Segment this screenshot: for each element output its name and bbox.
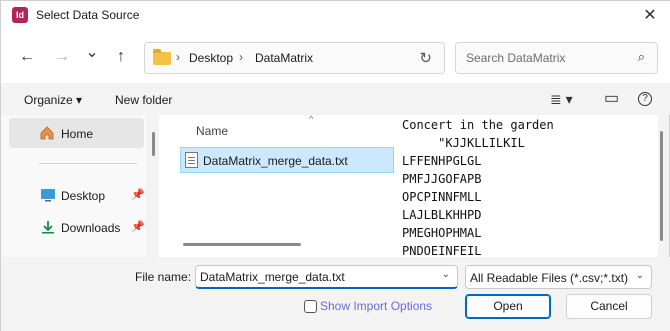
chevron-down-icon[interactable]: ⌄ <box>442 269 450 280</box>
sidebar-item-label: Home <box>61 127 94 141</box>
preview-line: PMFJJGOFAPB <box>402 172 482 186</box>
app-icon: Id <box>12 7 28 23</box>
breadcrumb-separator: › <box>239 50 243 64</box>
folder-icon <box>153 49 171 65</box>
window-title: Select Data Source <box>36 8 140 22</box>
breadcrumb-separator: › <box>176 50 180 64</box>
downloads-icon <box>42 221 54 234</box>
desktop-icon <box>41 189 55 202</box>
close-button[interactable]: ✕ <box>637 4 663 28</box>
sidebar-item-downloads[interactable]: Downloads 📌 <box>1 215 146 241</box>
preview-line: PNDOEINFEIL <box>402 244 482 257</box>
title-bar: Id Select Data Source ✕ <box>1 1 670 31</box>
pin-icon[interactable]: 📌 <box>131 188 145 201</box>
sort-ascending-icon[interactable]: ^ <box>309 114 313 124</box>
preview-pane: Concert in the garden "KJJKLLILKIL LFFEN… <box>396 115 658 257</box>
file-list: ^ Name DataMatrix_merge_data.txt <box>159 114 396 257</box>
preview-pane-icon[interactable]: ▭ <box>604 88 619 108</box>
show-import-options-label[interactable]: Show Import Options <box>320 299 432 313</box>
preview-line: LFFENHPGLGL <box>402 154 482 168</box>
file-type-value: All Readable Files (*.csv;*.txt) <box>470 271 629 285</box>
text-file-icon <box>185 152 198 168</box>
forward-icon[interactable]: → <box>50 45 74 69</box>
search-box[interactable]: Search DataMatrix ⌕ <box>455 42 658 74</box>
address-bar[interactable]: › Desktop › DataMatrix ↻ <box>144 42 445 74</box>
sidebar-divider <box>39 163 137 164</box>
dialog-footer: File name: DataMatrix_merge_data.txt ⌄ A… <box>1 257 670 331</box>
search-icon[interactable]: ⌕ <box>638 49 645 65</box>
recent-locations-icon[interactable]: ⌄ <box>80 41 104 65</box>
breadcrumb-datamatrix[interactable]: DataMatrix <box>255 51 313 65</box>
back-icon[interactable]: ← <box>15 45 39 69</box>
help-icon[interactable]: ? <box>638 92 652 106</box>
preview-line: LAJLBLKHHPD <box>402 208 482 222</box>
sidebar-scrollbar[interactable] <box>152 132 155 156</box>
new-folder-button[interactable]: New folder <box>115 93 172 107</box>
preview-line: "KJJKLLILKIL <box>402 136 525 150</box>
file-name-label: File name: <box>135 270 192 284</box>
sidebar-item-desktop[interactable]: Desktop 📌 <box>1 183 146 209</box>
column-header-name[interactable]: Name <box>196 124 228 138</box>
chevron-down-icon[interactable]: ⌄ <box>636 270 644 281</box>
preview-line: Concert in the garden <box>402 118 554 132</box>
home-icon <box>40 126 54 140</box>
cancel-button[interactable]: Cancel <box>566 294 652 319</box>
preview-scrollbar[interactable] <box>660 131 663 241</box>
sidebar-item-label: Desktop <box>61 189 106 203</box>
list-item[interactable]: DataMatrix_merge_data.txt <box>180 147 394 173</box>
organize-button[interactable]: Organize ▾ <box>24 93 82 107</box>
pin-icon[interactable]: 📌 <box>131 220 145 233</box>
open-button[interactable]: Open <box>465 294 551 319</box>
sidebar-item-label: Downloads <box>61 221 121 235</box>
refresh-icon[interactable]: ↻ <box>419 49 432 67</box>
file-name-value: DataMatrix_merge_data.txt <box>200 270 345 284</box>
navigation-pane: Home Desktop 📌 Downloads 📌 <box>1 115 146 257</box>
breadcrumb-desktop[interactable]: Desktop <box>189 51 233 65</box>
preview-line: PMEGHOPHMAL <box>402 226 482 240</box>
dialog-window: Id Select Data Source ✕ ← → ⌄ ↑ › Deskto… <box>0 0 670 331</box>
file-type-select[interactable]: All Readable Files (*.csv;*.txt) ⌄ <box>465 265 652 289</box>
search-input[interactable]: Search DataMatrix <box>466 51 565 65</box>
command-bar: Organize ▾ New folder ≣ ▾ ▭ ? <box>1 83 670 115</box>
horizontal-scrollbar[interactable] <box>183 243 301 246</box>
show-import-options-checkbox[interactable] <box>304 300 317 313</box>
view-options-icon[interactable]: ≣ ▾ <box>550 91 573 108</box>
navigation-bar: ← → ⌄ ↑ › Desktop › DataMatrix ↻ Search … <box>1 31 670 83</box>
up-icon[interactable]: ↑ <box>109 45 133 69</box>
file-name-field[interactable]: DataMatrix_merge_data.txt ⌄ <box>195 265 458 289</box>
file-name: DataMatrix_merge_data.txt <box>203 154 348 168</box>
sidebar-item-home[interactable]: Home <box>9 118 144 148</box>
preview-line: OPCPINNFMLL <box>402 190 482 204</box>
